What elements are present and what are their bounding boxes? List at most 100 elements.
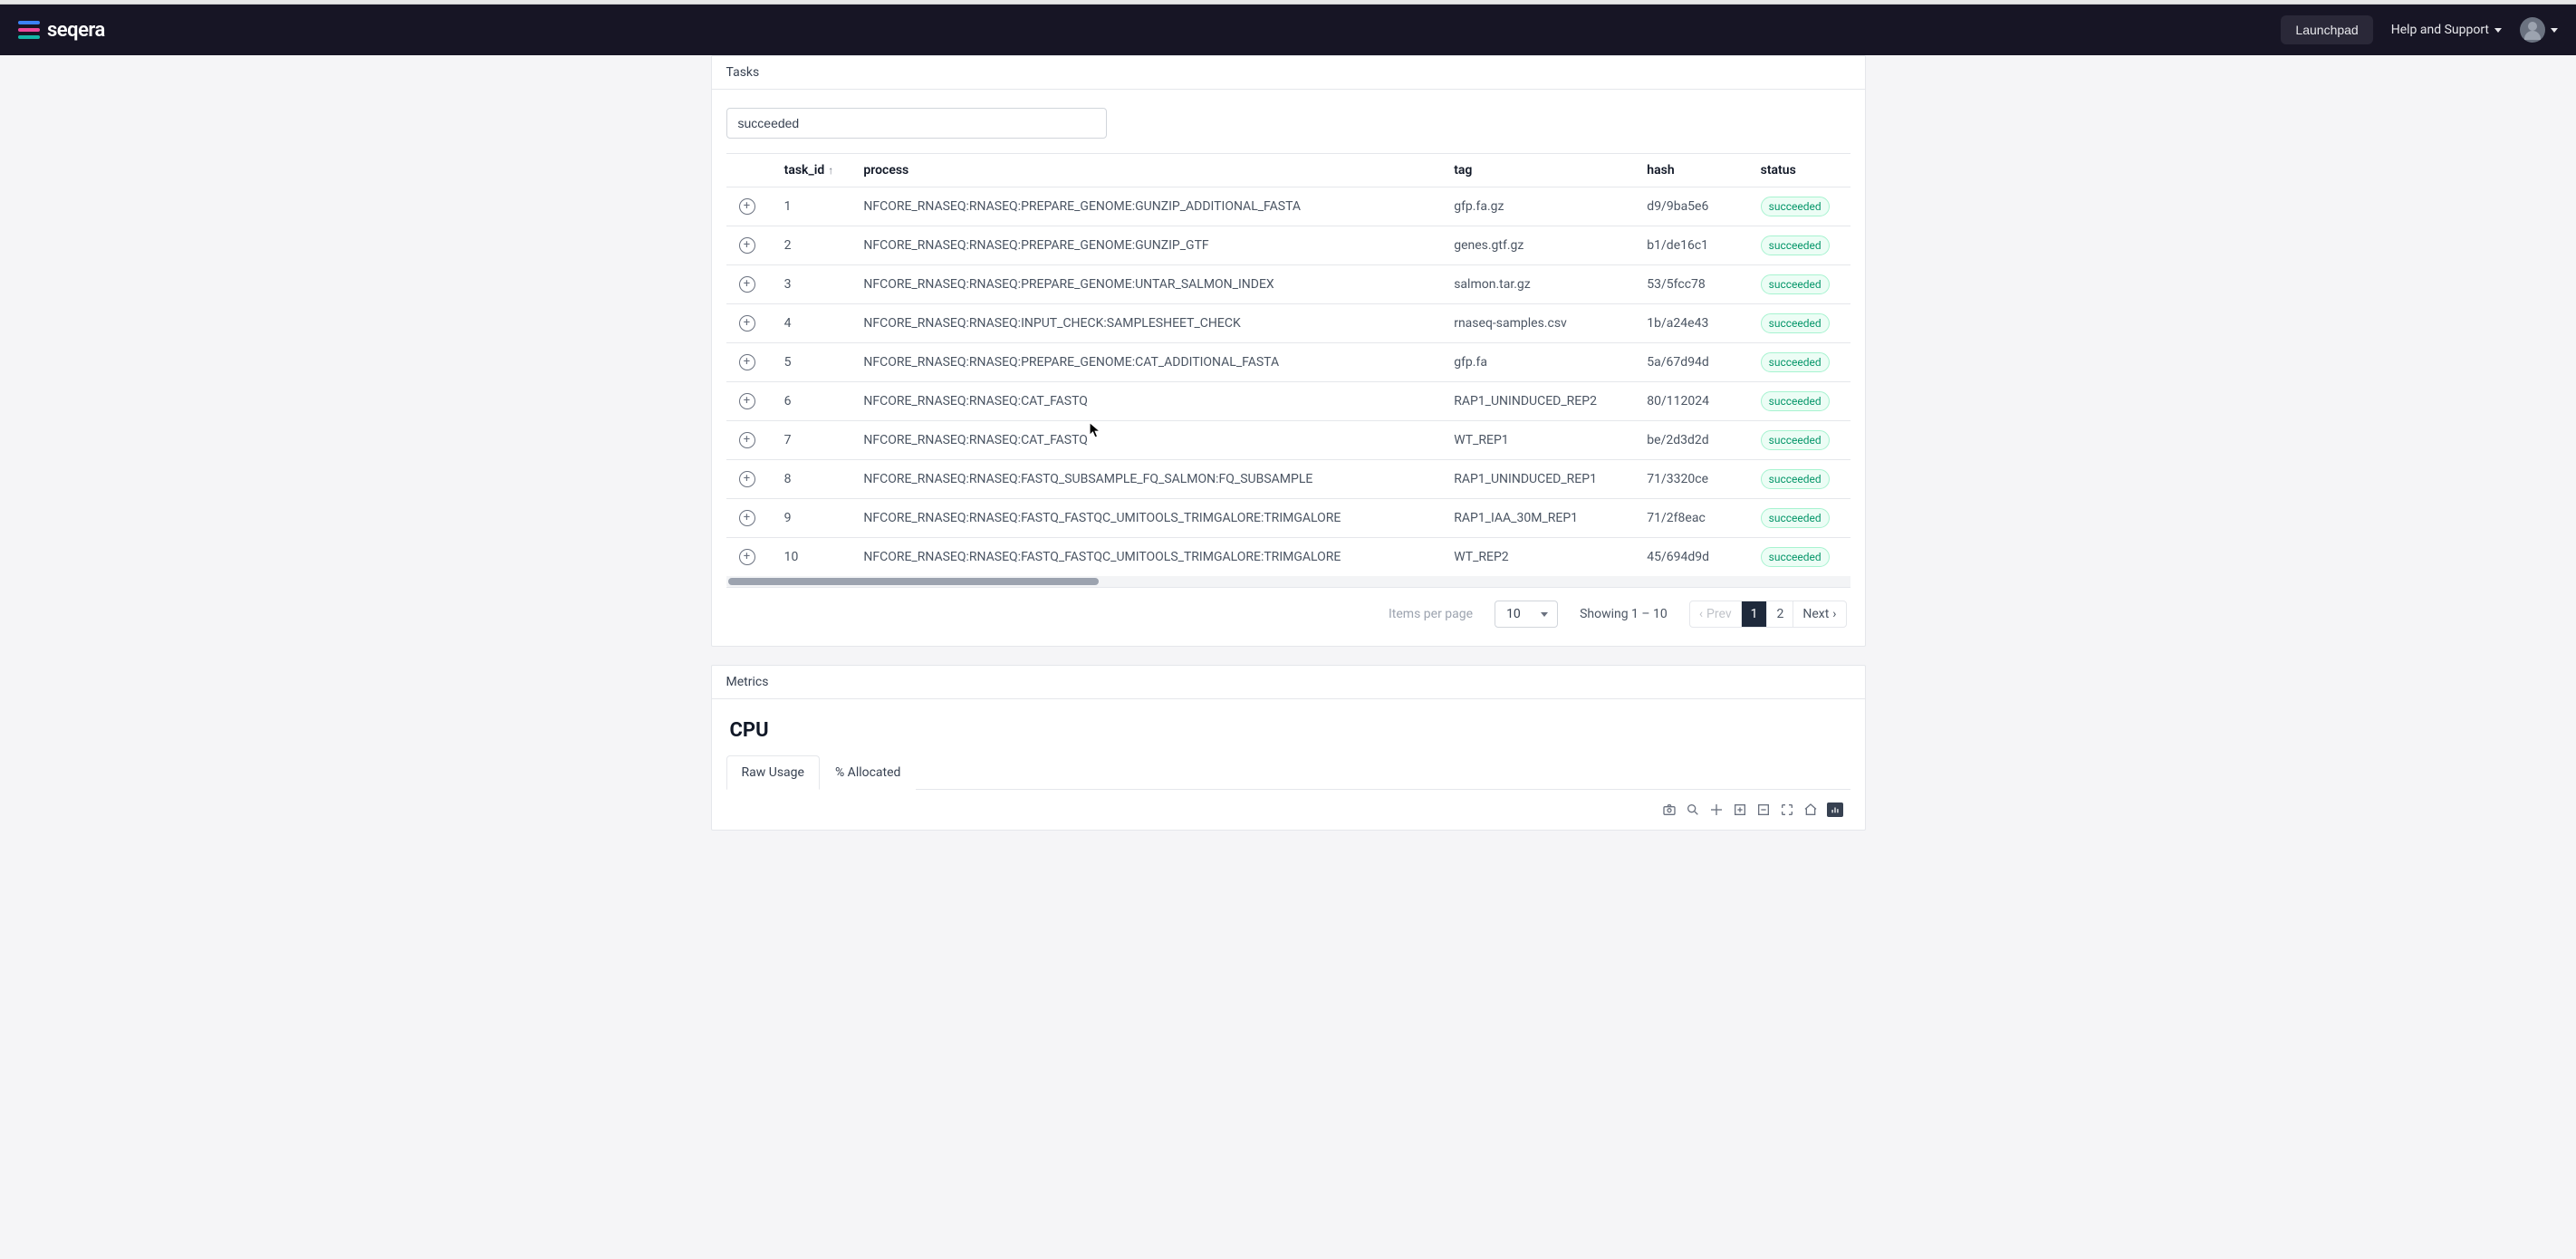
status-badge: succeeded — [1761, 469, 1830, 489]
col-hash[interactable]: hash — [1634, 154, 1747, 187]
table-row[interactable]: +5NFCORE_RNASEQ:RNASEQ:PREPARE_GENOME:CA… — [726, 343, 1850, 382]
page-2-button[interactable]: 2 — [1767, 601, 1793, 627]
cell-task-id: 8 — [772, 460, 851, 499]
table-row[interactable]: +6NFCORE_RNASEQ:RNASEQ:CAT_FASTQRAP1_UNI… — [726, 382, 1850, 421]
cell-hash: b1/de16c1 — [1634, 226, 1747, 265]
prev-page-button[interactable]: ‹ Prev — [1690, 601, 1742, 627]
expand-row-icon[interactable]: + — [739, 510, 755, 526]
next-page-button[interactable]: Next › — [1793, 601, 1845, 627]
caret-down-icon — [2494, 28, 2502, 33]
cell-process: NFCORE_RNASEQ:RNASEQ:PREPARE_GENOME:UNTA… — [851, 265, 1441, 304]
page-1-button[interactable]: 1 — [1742, 601, 1768, 627]
cell-task-id: 7 — [772, 421, 851, 460]
sort-ascending-icon: ↑ — [828, 164, 833, 177]
expand-row-icon[interactable]: + — [739, 549, 755, 565]
table-header-row: task_id↑ process tag hash status — [726, 154, 1850, 187]
expand-row-icon[interactable]: + — [739, 393, 755, 409]
cell-tag: gfp.fa — [1441, 343, 1634, 382]
toggle-chart-icon[interactable] — [1827, 802, 1843, 817]
cell-tag: RAP1_IAA_30M_REP1 — [1441, 499, 1634, 538]
table-row[interactable]: +9NFCORE_RNASEQ:RNASEQ:FASTQ_FASTQC_UMIT… — [726, 499, 1850, 538]
cell-status: succeeded — [1748, 226, 1850, 265]
zoom-icon[interactable] — [1686, 802, 1700, 817]
expand-row-icon[interactable]: + — [739, 276, 755, 293]
cell-tag: WT_REP2 — [1441, 538, 1634, 577]
pagination-row: Items per page 10 Showing 1 – 10 ‹ Prev … — [726, 588, 1850, 637]
cell-task-id: 10 — [772, 538, 851, 577]
cell-status: succeeded — [1748, 499, 1850, 538]
camera-icon[interactable] — [1662, 802, 1677, 817]
cell-task-id: 9 — [772, 499, 851, 538]
cell-tag: RAP1_UNINDUCED_REP2 — [1441, 382, 1634, 421]
cell-tag: rnaseq-samples.csv — [1441, 304, 1634, 343]
tasks-search-input[interactable] — [726, 108, 1107, 139]
table-row[interactable]: +2NFCORE_RNASEQ:RNASEQ:PREPARE_GENOME:GU… — [726, 226, 1850, 265]
cell-status: succeeded — [1748, 382, 1850, 421]
pan-icon[interactable] — [1709, 802, 1724, 817]
status-badge: succeeded — [1761, 508, 1830, 528]
cell-hash: 71/3320ce — [1634, 460, 1747, 499]
horizontal-scrollbar-track[interactable] — [726, 576, 1850, 587]
cell-process: NFCORE_RNASEQ:RNASEQ:FASTQ_FASTQC_UMITOO… — [851, 499, 1441, 538]
top-navbar: seqera Launchpad Help and Support — [0, 5, 2576, 55]
cell-process: NFCORE_RNASEQ:RNASEQ:PREPARE_GENOME:GUNZ… — [851, 187, 1441, 226]
cell-hash: 5a/67d94d — [1634, 343, 1747, 382]
help-support-dropdown[interactable]: Help and Support — [2391, 23, 2502, 37]
autoscale-icon[interactable] — [1780, 802, 1794, 817]
metrics-card: Metrics CPU Raw Usage % Allocated — [711, 665, 1866, 831]
col-process[interactable]: process — [851, 154, 1441, 187]
tasks-table-scroll[interactable]: task_id↑ process tag hash status +1NFCOR… — [726, 153, 1850, 588]
showing-range-text: Showing 1 – 10 — [1580, 607, 1668, 621]
horizontal-scrollbar-thumb[interactable] — [728, 578, 1100, 585]
col-expand — [726, 154, 772, 187]
cell-hash: 1b/a24e43 — [1634, 304, 1747, 343]
col-status[interactable]: status — [1748, 154, 1850, 187]
tab-percent-allocated[interactable]: % Allocated — [820, 755, 917, 790]
expand-row-icon[interactable]: + — [739, 471, 755, 487]
table-row[interactable]: +8NFCORE_RNASEQ:RNASEQ:FASTQ_SUBSAMPLE_F… — [726, 460, 1850, 499]
reset-axes-icon[interactable] — [1803, 802, 1818, 817]
cell-task-id: 5 — [772, 343, 851, 382]
cell-status: succeeded — [1748, 304, 1850, 343]
expand-row-icon[interactable]: + — [739, 315, 755, 332]
cell-hash: d9/9ba5e6 — [1634, 187, 1747, 226]
cell-hash: 45/694d9d — [1634, 538, 1747, 577]
cell-process: NFCORE_RNASEQ:RNASEQ:FASTQ_SUBSAMPLE_FQ_… — [851, 460, 1441, 499]
expand-row-icon[interactable]: + — [739, 432, 755, 448]
table-row[interactable]: +7NFCORE_RNASEQ:RNASEQ:CAT_FASTQWT_REP1b… — [726, 421, 1850, 460]
col-tag[interactable]: tag — [1441, 154, 1634, 187]
table-row[interactable]: +4NFCORE_RNASEQ:RNASEQ:INPUT_CHECK:SAMPL… — [726, 304, 1850, 343]
launchpad-button[interactable]: Launchpad — [2281, 15, 2372, 44]
cell-tag: RAP1_UNINDUCED_REP1 — [1441, 460, 1634, 499]
expand-row-icon[interactable]: + — [739, 198, 755, 215]
table-row[interactable]: +1NFCORE_RNASEQ:RNASEQ:PREPARE_GENOME:GU… — [726, 187, 1850, 226]
chevron-right-icon: › — [1832, 607, 1836, 621]
zoom-in-icon[interactable] — [1733, 802, 1747, 817]
tasks-card: Tasks task_id↑ process tag hash — [711, 55, 1866, 647]
brand-logo[interactable]: seqera — [18, 19, 105, 42]
table-row[interactable]: +3NFCORE_RNASEQ:RNASEQ:PREPARE_GENOME:UN… — [726, 265, 1850, 304]
cell-task-id: 6 — [772, 382, 851, 421]
cell-status: succeeded — [1748, 265, 1850, 304]
user-menu[interactable] — [2520, 17, 2558, 43]
cell-process: NFCORE_RNASEQ:RNASEQ:PREPARE_GENOME:GUNZ… — [851, 226, 1441, 265]
cell-task-id: 2 — [772, 226, 851, 265]
cell-status: succeeded — [1748, 343, 1850, 382]
expand-row-icon[interactable]: + — [739, 354, 755, 370]
tab-raw-usage[interactable]: Raw Usage — [726, 755, 820, 790]
cell-tag: gfp.fa.gz — [1441, 187, 1634, 226]
chevron-left-icon: ‹ — [1699, 607, 1703, 621]
cell-hash: be/2d3d2d — [1634, 421, 1747, 460]
expand-row-icon[interactable]: + — [739, 237, 755, 254]
table-row[interactable]: +10NFCORE_RNASEQ:RNASEQ:FASTQ_FASTQC_UMI… — [726, 538, 1850, 577]
items-per-page-label: Items per page — [1389, 607, 1473, 621]
metrics-tabs: Raw Usage % Allocated — [726, 754, 1850, 790]
items-per-page-value: 10 — [1506, 607, 1521, 621]
cell-status: succeeded — [1748, 187, 1850, 226]
col-task-id[interactable]: task_id↑ — [772, 154, 851, 187]
items-per-page-select[interactable]: 10 — [1495, 601, 1558, 628]
zoom-out-icon[interactable] — [1756, 802, 1771, 817]
cell-status: succeeded — [1748, 538, 1850, 577]
metrics-card-title: Metrics — [712, 666, 1865, 699]
seqera-logo-icon — [18, 21, 40, 39]
